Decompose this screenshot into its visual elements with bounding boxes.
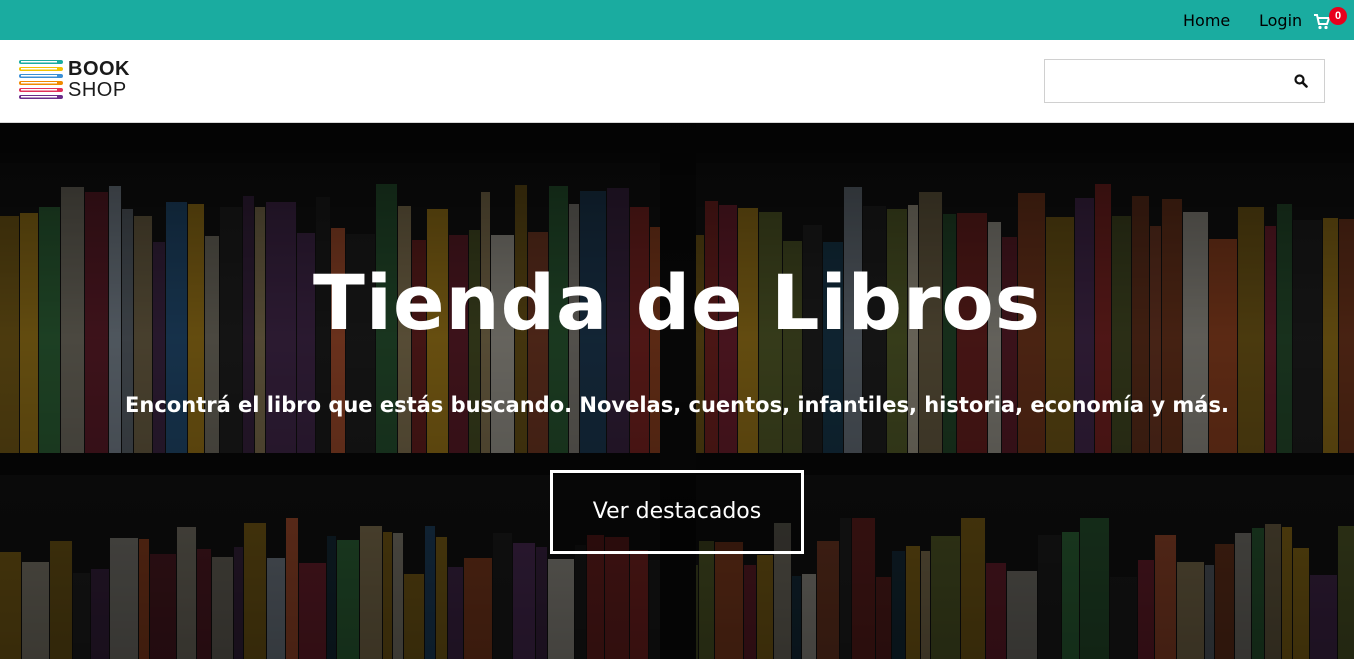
bookshop-logo[interactable]: BOOK SHOP <box>18 58 148 102</box>
hero-overlay <box>0 123 1354 659</box>
search-button[interactable] <box>1278 60 1324 102</box>
nav-home-link[interactable]: Home <box>1183 11 1230 30</box>
search-icon <box>1294 74 1308 88</box>
logo-text-shop: SHOP <box>68 79 127 101</box>
search-input[interactable] <box>1045 60 1280 102</box>
site-header: BOOK SHOP <box>0 40 1354 123</box>
logo-text-book: BOOK <box>68 58 130 80</box>
hero-title: Tienda de Libros <box>313 258 1041 347</box>
top-bar: Home Login 0 <box>0 0 1354 40</box>
hero-subtitle: Encontrá el libro que estás buscando. No… <box>125 393 1229 417</box>
hero-banner: Tienda de Libros Encontrá el libro que e… <box>0 123 1354 659</box>
nav-login-link[interactable]: Login <box>1259 11 1302 30</box>
featured-button[interactable]: Ver destacados <box>550 470 804 554</box>
cart-count-badge: 0 <box>1329 7 1347 25</box>
logo-books-icon <box>19 60 63 99</box>
search-box <box>1044 59 1325 103</box>
